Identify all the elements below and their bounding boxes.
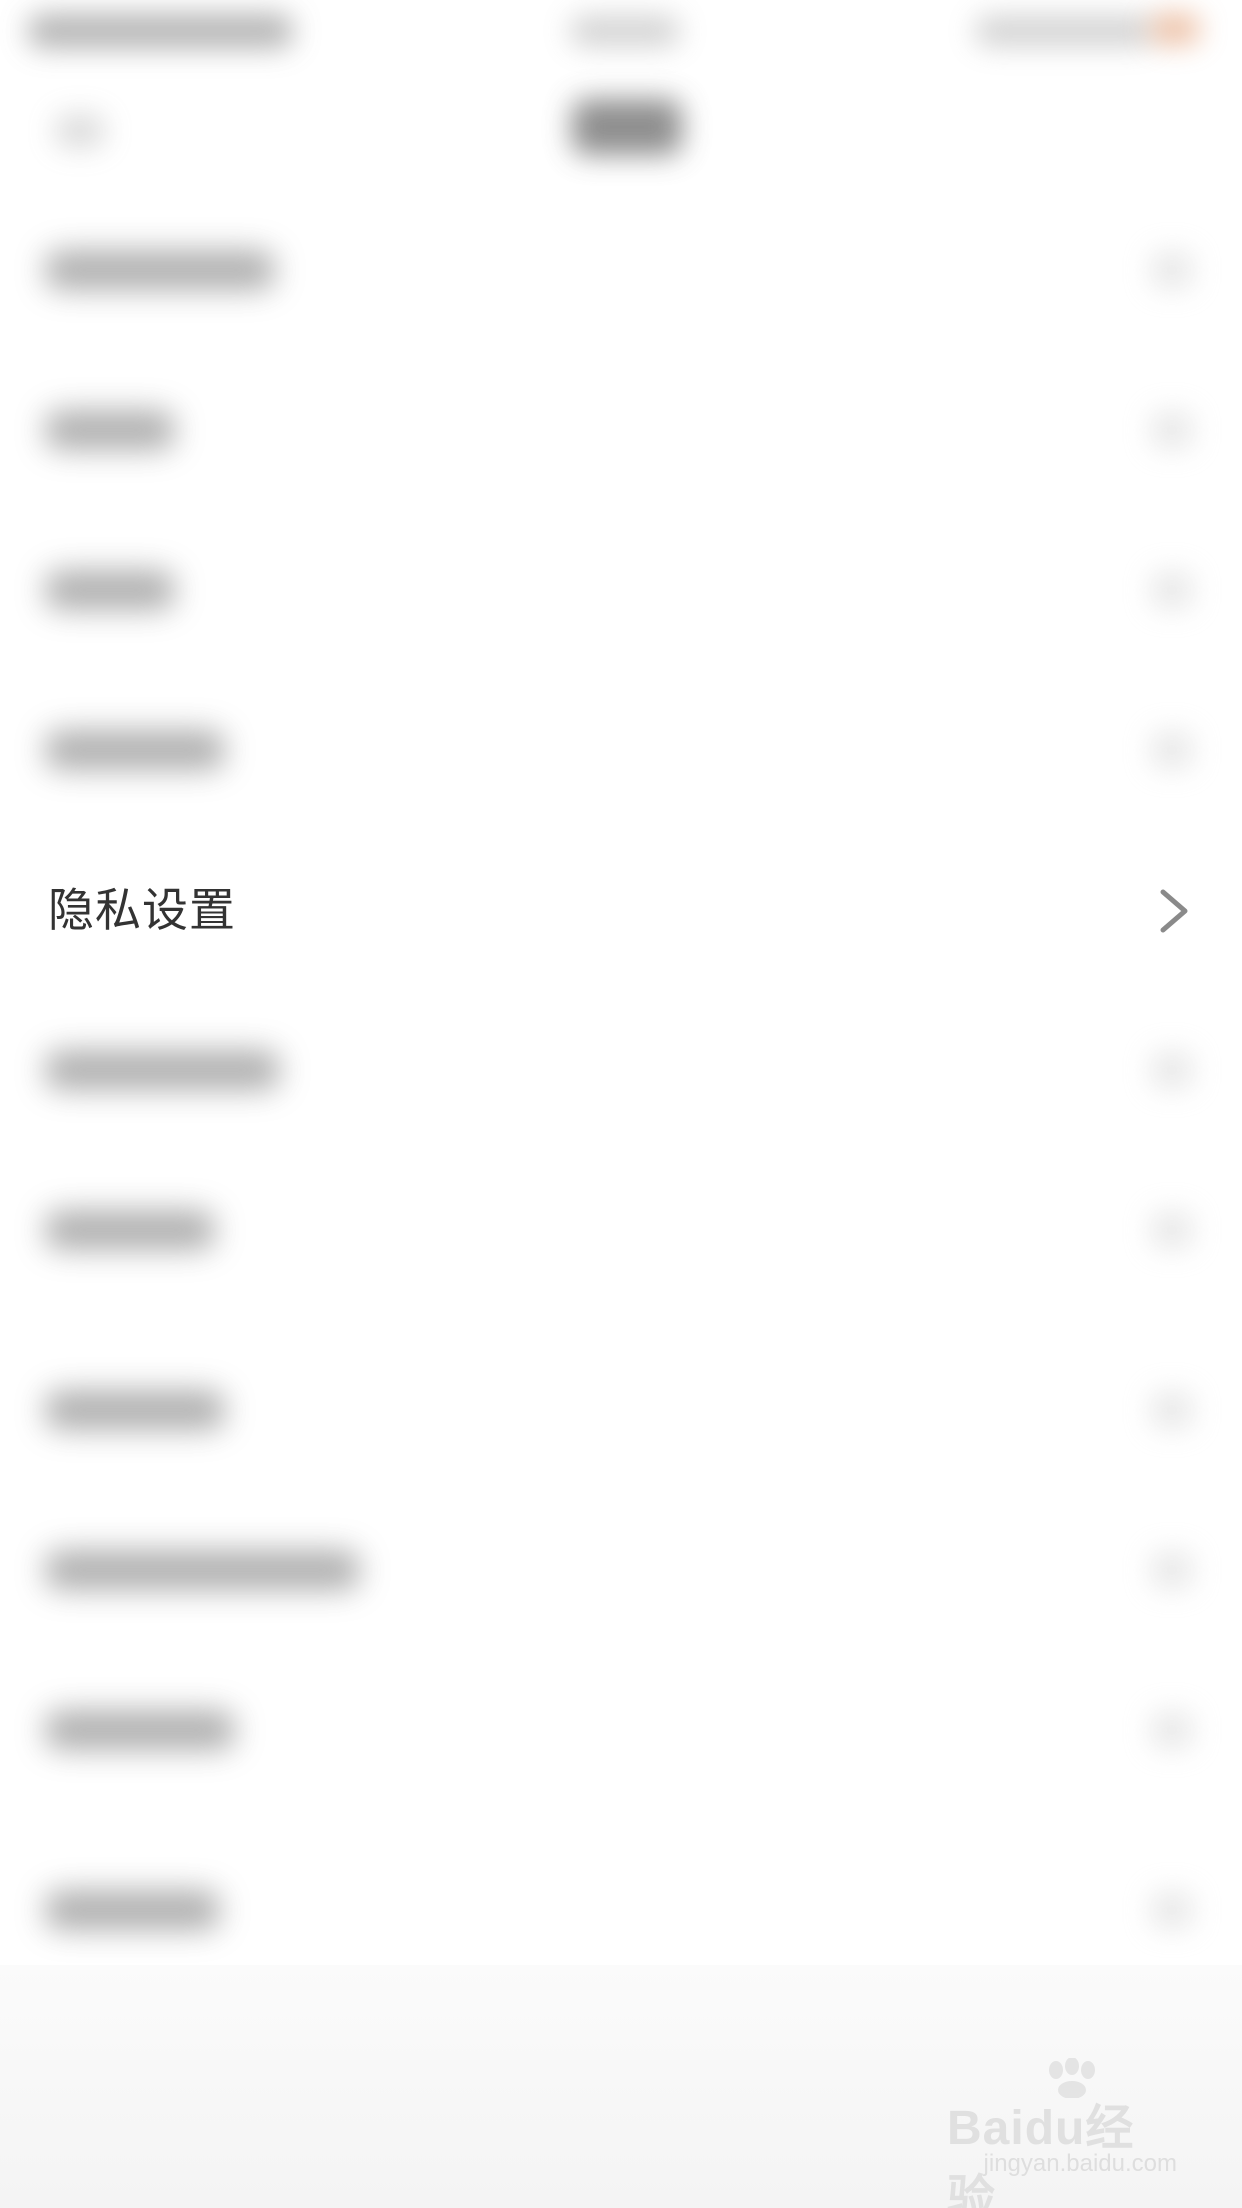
settings-screen: 隐私设置 Baidu经验 jingyan.baidu.com xyxy=(0,0,1242,2208)
row-label-blurred xyxy=(45,1550,360,1590)
watermark-url: jingyan.baidu.com xyxy=(983,2150,1177,2177)
row-label-blurred xyxy=(45,1210,215,1250)
baidu-jingyan-watermark: Baidu经验 jingyan.baidu.com xyxy=(947,2058,1177,2208)
bottom-area: Baidu经验 jingyan.baidu.com xyxy=(0,1965,1242,2208)
row-label-blurred xyxy=(45,1390,225,1430)
chevron-right-icon xyxy=(1152,1052,1192,1088)
battery-icon xyxy=(1150,14,1200,44)
row-label-blurred xyxy=(45,1050,280,1090)
row-label-blurred xyxy=(45,730,225,770)
settings-row-blurred[interactable] xyxy=(0,990,1242,1150)
row-label-blurred xyxy=(45,570,175,610)
status-bar xyxy=(0,0,1242,64)
watermark-brand: Baidu经验 xyxy=(947,2102,1135,2208)
row-label-blurred xyxy=(45,410,175,450)
settings-row-blurred[interactable] xyxy=(0,510,1242,670)
settings-row-blurred[interactable] xyxy=(0,1330,1242,1490)
row-label-blurred xyxy=(45,1710,235,1750)
chevron-right-icon xyxy=(1152,1392,1192,1428)
chevron-right-icon xyxy=(1152,1892,1192,1928)
chevron-right-icon xyxy=(1160,889,1188,933)
chevron-right-icon xyxy=(1152,1712,1192,1748)
chevron-right-icon xyxy=(1152,1552,1192,1588)
chevron-right-icon xyxy=(1152,412,1192,448)
status-bar-indicators-blurred xyxy=(975,16,1155,46)
row-label-blurred xyxy=(45,1890,220,1930)
chevron-right-icon xyxy=(1152,252,1192,288)
page-title-blurred xyxy=(572,99,682,155)
settings-row-blurred[interactable] xyxy=(0,1650,1242,1830)
navigation-bar xyxy=(0,64,1242,194)
settings-row-privacy[interactable]: 隐私设置 xyxy=(0,830,1242,990)
settings-row-blurred[interactable] xyxy=(0,1490,1242,1650)
settings-list: 隐私设置 xyxy=(0,190,1242,1990)
back-icon[interactable] xyxy=(55,114,105,148)
settings-row-blurred[interactable] xyxy=(0,350,1242,510)
chevron-right-icon xyxy=(1152,732,1192,768)
row-label-blurred xyxy=(45,250,275,290)
settings-row-blurred[interactable] xyxy=(0,1150,1242,1330)
status-bar-time-blurred xyxy=(570,16,680,46)
privacy-settings-label: 隐私设置 xyxy=(48,883,236,937)
chevron-right-icon xyxy=(1152,1212,1192,1248)
settings-row-blurred[interactable] xyxy=(0,670,1242,830)
status-bar-carrier-blurred xyxy=(28,14,293,48)
chevron-right-icon xyxy=(1152,572,1192,608)
settings-row-blurred[interactable] xyxy=(0,190,1242,350)
